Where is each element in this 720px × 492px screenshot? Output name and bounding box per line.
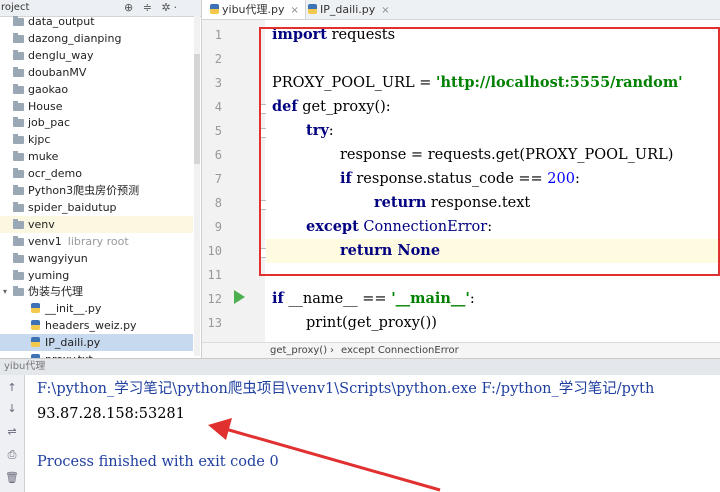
arrow-head	[208, 418, 232, 440]
ide-window: roject ⊕ ≑ ✲· data_output dazong_dianping…	[0, 0, 720, 492]
annotation-arrow	[208, 418, 441, 492]
arrow-shaft	[221, 426, 441, 492]
